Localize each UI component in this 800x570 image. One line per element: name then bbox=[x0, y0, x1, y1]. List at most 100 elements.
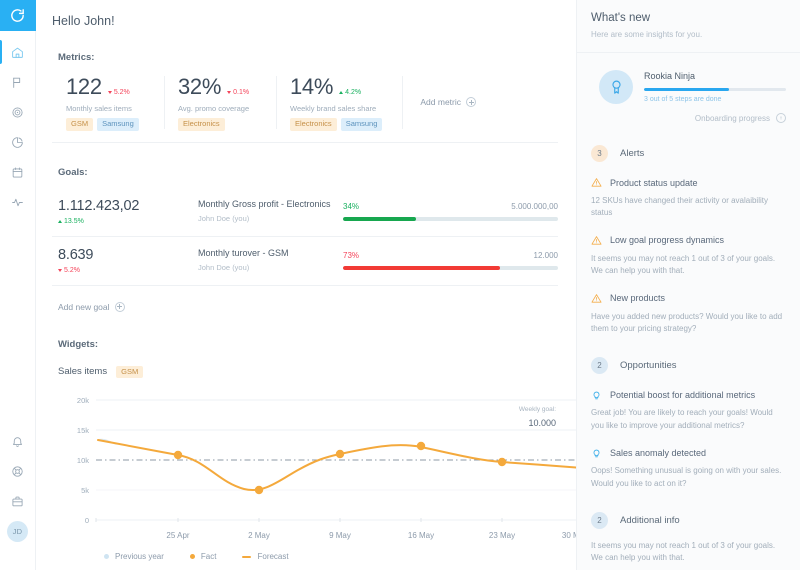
trend-down-icon bbox=[227, 91, 232, 94]
app-logo[interactable] bbox=[0, 0, 36, 31]
legend-item-forecast[interactable]: Forecast bbox=[242, 552, 289, 561]
data-point-23may bbox=[497, 457, 507, 467]
insight-body: It seems you may not reach 1 out of 3 of… bbox=[591, 253, 776, 276]
onboarding-progress-link[interactable]: Onboarding progress bbox=[591, 113, 786, 123]
weekly-goal-annotation: Weekly goal: 10.000 bbox=[519, 406, 556, 429]
insight-body: Oops! Something unusual is going on with… bbox=[591, 466, 782, 488]
widget-tag: GSM bbox=[116, 365, 144, 378]
legend-item-previous-year[interactable]: Previous year bbox=[104, 552, 164, 561]
metric-name: Monthly sales items bbox=[66, 104, 132, 113]
x-tick-4: 23 May bbox=[489, 531, 515, 540]
add-metric-button[interactable]: Add metric bbox=[420, 97, 476, 108]
metric-tags: Electronics bbox=[178, 118, 262, 131]
widget-card-sales-items: Sales items GSM 20k 15k 10k 5k 0 25 Apr … bbox=[52, 365, 576, 570]
target-icon bbox=[12, 106, 23, 118]
flag-icon bbox=[13, 77, 21, 88]
lifebuoy-icon bbox=[12, 465, 23, 477]
insight-item[interactable]: Potential boost for additional metrics G… bbox=[591, 389, 786, 432]
insight-body: It seems you may not reach 1 out of 3 of… bbox=[591, 540, 776, 563]
goal-title-col: Monthly turover - GSM John Doe (you) bbox=[198, 248, 343, 272]
sidebar-item-target[interactable] bbox=[0, 97, 36, 127]
sidebar-item-activity[interactable] bbox=[0, 187, 36, 217]
metric-tags: Electronics Samsung bbox=[290, 118, 383, 131]
calendar-icon bbox=[12, 166, 23, 178]
insight-title: Product status update bbox=[610, 177, 698, 188]
goal-owner: John Doe (you) bbox=[198, 214, 250, 223]
insight-body: Great job! You are likely to reach your … bbox=[591, 408, 773, 430]
insight-title: Low goal progress dynamics bbox=[610, 235, 725, 246]
table-row[interactable]: 1.112.423,02 13.5% Monthly Gross profit … bbox=[52, 188, 558, 237]
legend-label: Forecast bbox=[257, 552, 289, 561]
metric-delta: 4.2% bbox=[339, 89, 361, 96]
group-header-alerts: 3 Alerts bbox=[591, 145, 786, 162]
goal-current-value: 1.112.423,02 bbox=[58, 197, 140, 214]
status-badge: 3 bbox=[591, 145, 608, 162]
x-tick-5: 30 May bbox=[562, 531, 576, 540]
left-sidebar: JD bbox=[0, 0, 36, 570]
sidebar-user-avatar[interactable]: JD bbox=[0, 516, 36, 546]
panel-divider bbox=[577, 52, 800, 53]
goal-progress-col: 34% 5.000.000,00 bbox=[343, 202, 558, 221]
group-header-additional-info: 2 Additional info bbox=[591, 511, 786, 529]
data-point-16may bbox=[416, 441, 426, 451]
bell-icon bbox=[13, 436, 22, 447]
insight-item[interactable]: New products Have you added new products… bbox=[591, 293, 786, 336]
metric-tag: Electronics bbox=[178, 118, 225, 131]
table-row[interactable]: 8.639 5.2% Monthly turover - GSM John Do… bbox=[52, 237, 558, 286]
group-title: Additional info bbox=[620, 514, 680, 526]
onboarding-card[interactable]: Rookia Ninja 3 out of 5 steps are done bbox=[591, 70, 786, 104]
whats-new-panel: What's new Here are some insights for yo… bbox=[576, 0, 800, 570]
dashboard-app: JD Hello John! Metrics: 122 5.2% Monthly… bbox=[0, 0, 800, 570]
metric-value: 32% bbox=[178, 74, 222, 99]
legend-item-fact[interactable]: Fact bbox=[189, 552, 216, 561]
goal-progress-track bbox=[343, 216, 558, 221]
lightbulb-icon bbox=[593, 449, 600, 458]
metric-name: Weekly brand sales share bbox=[290, 104, 377, 113]
metric-tag: GSM bbox=[66, 118, 94, 131]
add-goal-label: Add new goal bbox=[58, 301, 110, 312]
goal-progress-track bbox=[343, 265, 558, 270]
widget-title: Sales items bbox=[58, 366, 108, 378]
y-tick-20k: 20k bbox=[77, 396, 89, 405]
insight-body: 12 SKUs have changed their activity or a… bbox=[591, 196, 768, 218]
sidebar-item-flag[interactable] bbox=[0, 67, 36, 97]
insight-item[interactable]: Product status update 12 SKUs have chang… bbox=[591, 177, 786, 220]
metrics-row: 122 5.2% Monthly sales items GSM Samsung bbox=[52, 74, 558, 143]
sidebar-item-calendar[interactable] bbox=[0, 157, 36, 187]
y-tick-0: 0 bbox=[85, 516, 89, 525]
sidebar-item-help[interactable] bbox=[0, 456, 36, 486]
goal-value-col: 1.112.423,02 13.5% bbox=[58, 198, 198, 225]
x-tick-1: 2 May bbox=[248, 531, 270, 540]
goal-title: Monthly turover - GSM bbox=[198, 248, 289, 258]
goal-delta-value: 13.5% bbox=[64, 217, 84, 225]
metric-card[interactable]: 14% 4.2% Weekly brand sales share Electr… bbox=[276, 74, 396, 131]
onboarding-progress-fill bbox=[644, 88, 730, 91]
page-title: Hello John! bbox=[52, 14, 115, 28]
data-point-2may bbox=[254, 485, 264, 495]
goal-delta: 13.5% bbox=[58, 218, 198, 225]
metric-card[interactable]: 122 5.2% Monthly sales items GSM Samsung bbox=[52, 74, 164, 131]
add-metric-wrap: Add metric bbox=[402, 74, 476, 131]
sales-items-chart[interactable]: 20k 15k 10k 5k 0 25 Apr 2 May 9 May 16 M… bbox=[58, 392, 576, 544]
metric-delta-value: 5.2% bbox=[113, 89, 130, 96]
metric-value: 122 bbox=[66, 74, 102, 99]
insight-item[interactable]: It seems you may not reach 1 out of 3 of… bbox=[591, 540, 786, 565]
insight-item[interactable]: Low goal progress dynamics It seems you … bbox=[591, 235, 786, 278]
add-widgets-wrap: Add widgets bbox=[58, 561, 558, 570]
warning-icon bbox=[591, 235, 602, 245]
legend-dash-icon bbox=[242, 555, 252, 558]
status-badge: 2 bbox=[591, 357, 608, 375]
sidebar-item-briefcase[interactable] bbox=[0, 486, 36, 516]
sidebar-item-notifications[interactable] bbox=[0, 426, 36, 456]
insight-title: Potential boost for additional metrics bbox=[610, 389, 756, 400]
add-new-goal-button[interactable]: Add new goal bbox=[58, 301, 125, 312]
goal-current-value: 8.639 bbox=[58, 246, 94, 263]
warning-icon bbox=[591, 293, 602, 303]
onboarding-steps-text: 3 out of 5 steps are done bbox=[644, 96, 722, 103]
sidebar-item-analytics[interactable] bbox=[0, 127, 36, 157]
insight-item[interactable]: Sales anomaly detected Oops! Something u… bbox=[591, 447, 786, 490]
sidebar-item-home[interactable] bbox=[0, 37, 36, 67]
goal-delta-value: 5.2% bbox=[64, 266, 80, 274]
weekly-goal-value: 10.000 bbox=[528, 417, 556, 428]
metric-card[interactable]: 32% 0.1% Avg. promo coverage Electronics bbox=[164, 74, 276, 131]
